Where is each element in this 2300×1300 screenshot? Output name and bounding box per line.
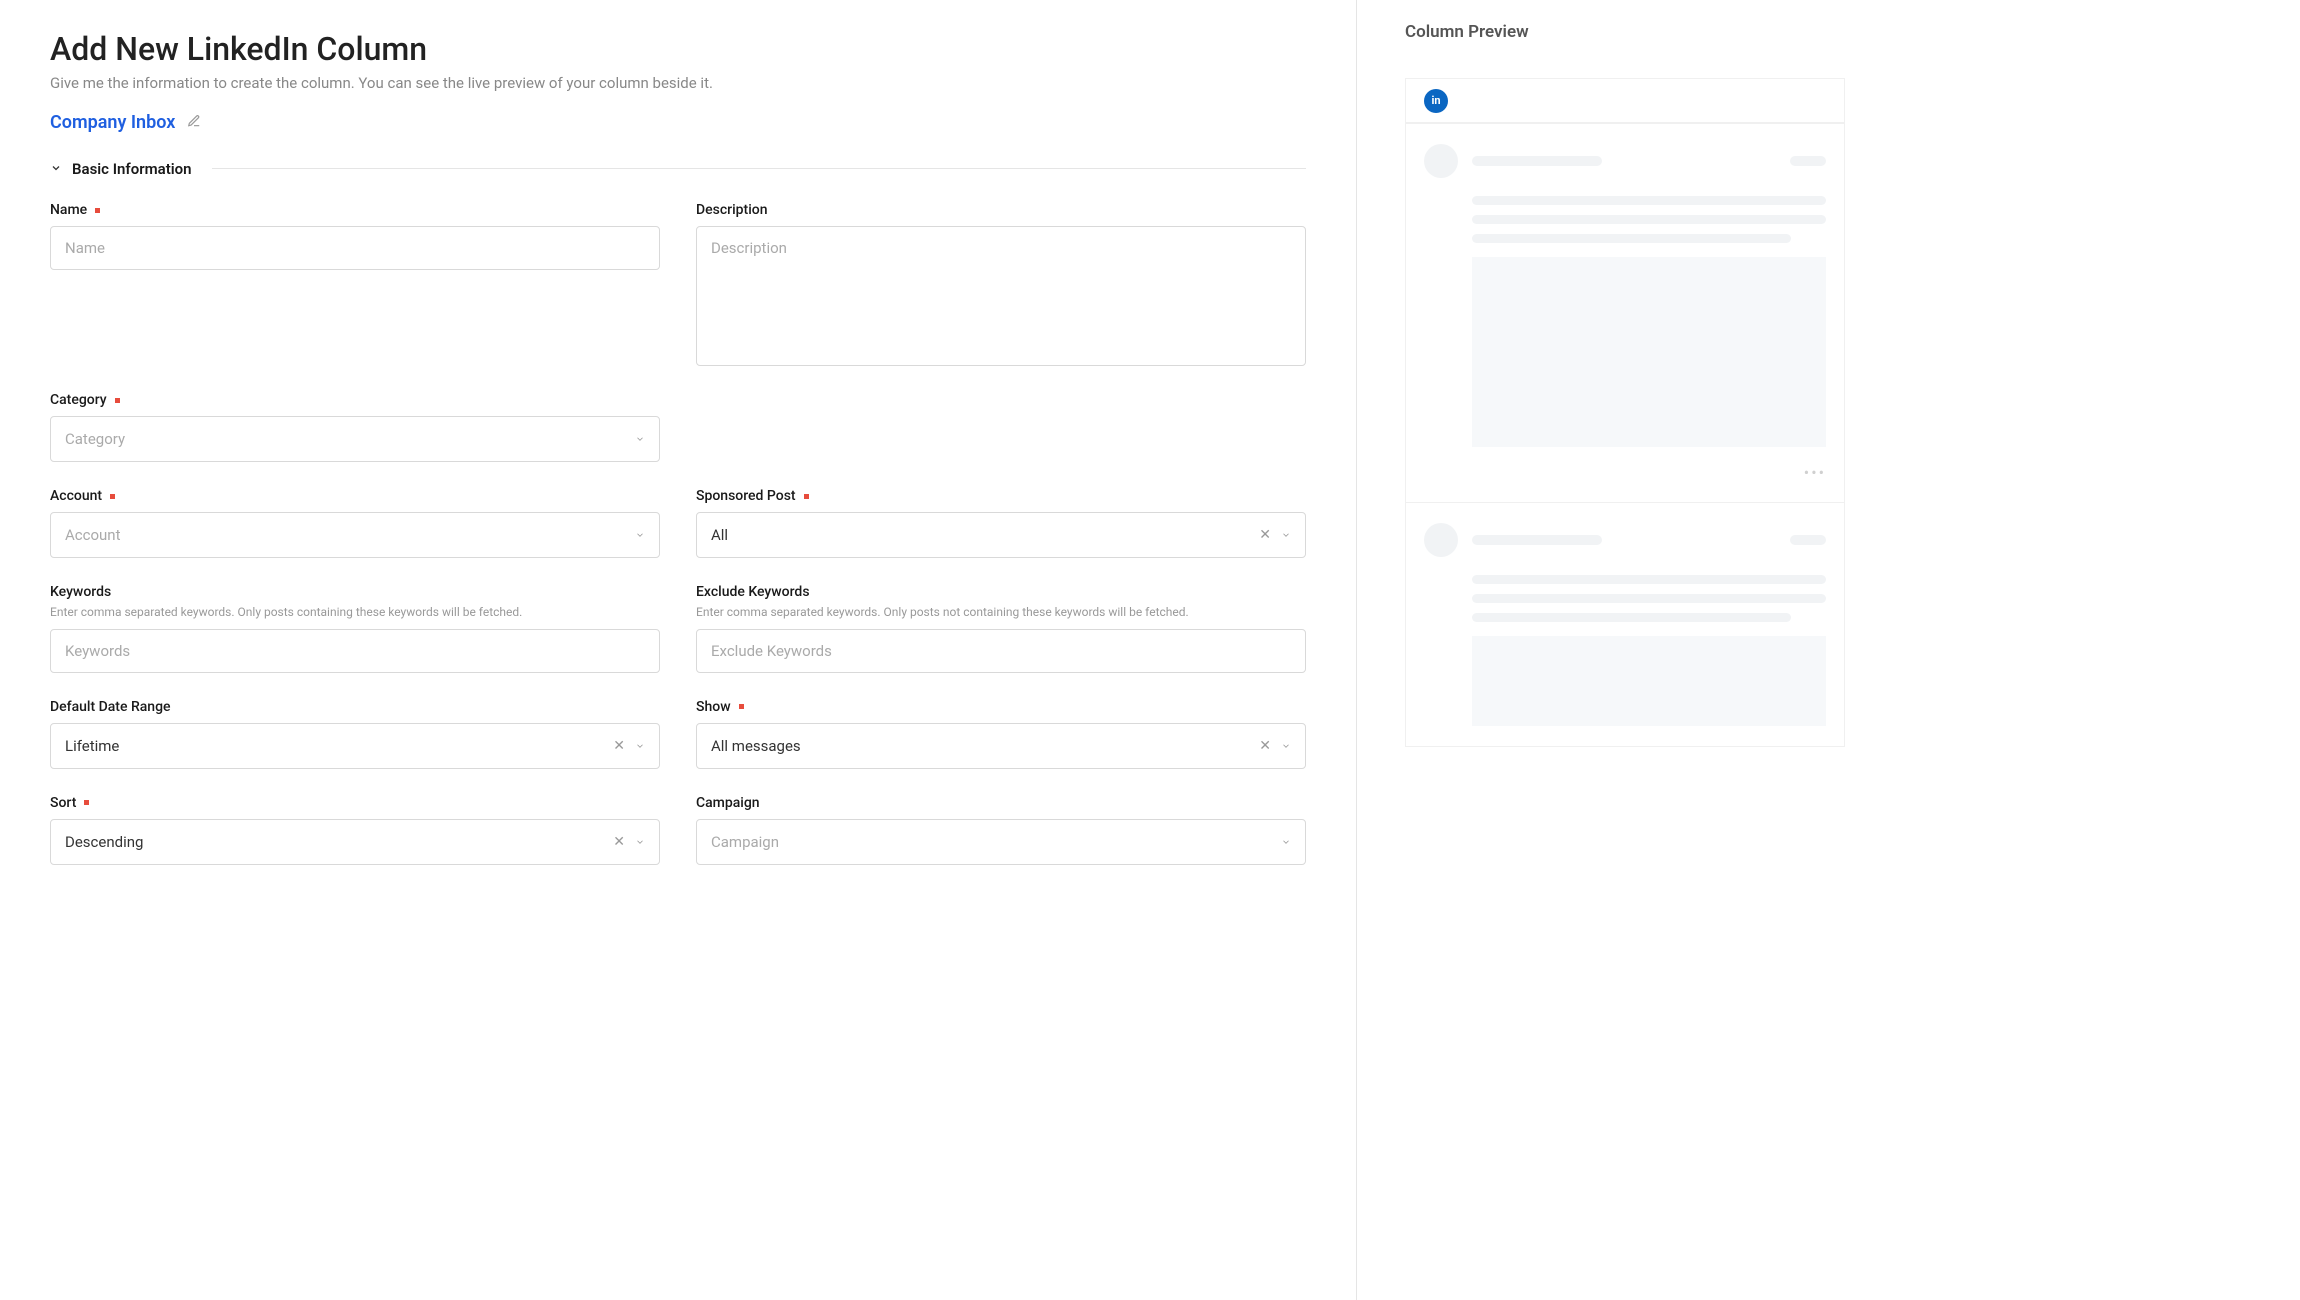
more-icon[interactable]: •••	[1804, 463, 1826, 482]
page-subtitle: Give me the information to create the co…	[50, 74, 1306, 92]
skeleton-line	[1790, 156, 1826, 166]
linkedin-icon: in	[1424, 89, 1448, 113]
sort-select[interactable]: Descending ✕	[50, 819, 660, 865]
sponsored-label: Sponsored Post	[696, 488, 1306, 504]
required-indicator	[95, 208, 100, 213]
chevron-down-icon	[635, 837, 645, 847]
exclude-keywords-label: Exclude Keywords	[696, 584, 1306, 600]
show-select[interactable]: All messages ✕	[696, 723, 1306, 769]
skeleton-line	[1472, 594, 1826, 603]
show-label: Show	[696, 699, 1306, 715]
name-label: Name	[50, 202, 660, 218]
column-name-link[interactable]: Company Inbox	[50, 112, 175, 133]
account-label: Account	[50, 488, 660, 504]
section-title: Basic Information	[72, 160, 192, 178]
required-indicator	[804, 494, 809, 499]
chevron-down-icon	[635, 741, 645, 751]
skeleton-line	[1472, 613, 1791, 622]
clear-icon[interactable]: ✕	[613, 739, 625, 753]
edit-icon[interactable]	[187, 113, 201, 132]
exclude-keywords-hint: Enter comma separated keywords. Only pos…	[696, 604, 1306, 621]
skeleton-image	[1472, 257, 1826, 447]
avatar	[1424, 144, 1458, 178]
skeleton-image	[1472, 636, 1826, 726]
preview-column-header: in	[1406, 79, 1844, 123]
sponsored-select[interactable]: All ✕	[696, 512, 1306, 558]
required-indicator	[110, 494, 115, 499]
divider	[212, 168, 1306, 169]
sort-label: Sort	[50, 795, 660, 811]
account-select[interactable]: Account	[50, 512, 660, 558]
preview-card	[1406, 502, 1844, 746]
chevron-down-icon	[635, 434, 645, 444]
campaign-select[interactable]: Campaign	[696, 819, 1306, 865]
clear-icon[interactable]: ✕	[613, 835, 625, 849]
chevron-down-icon	[1281, 530, 1291, 540]
required-indicator	[739, 704, 744, 709]
avatar	[1424, 523, 1458, 557]
category-select[interactable]: Category	[50, 416, 660, 462]
clear-icon[interactable]: ✕	[1259, 739, 1271, 753]
skeleton-line	[1472, 196, 1826, 205]
keywords-hint: Enter comma separated keywords. Only pos…	[50, 604, 660, 621]
campaign-label: Campaign	[696, 795, 1306, 811]
skeleton-line	[1472, 156, 1602, 166]
date-range-label: Default Date Range	[50, 699, 660, 715]
name-input[interactable]	[50, 226, 660, 270]
required-indicator	[115, 398, 120, 403]
description-label: Description	[696, 202, 1306, 218]
chevron-down-icon	[1281, 837, 1291, 847]
skeleton-line	[1472, 535, 1602, 545]
required-indicator	[84, 800, 89, 805]
skeleton-line	[1472, 234, 1791, 243]
preview-title: Column Preview	[1405, 22, 2260, 42]
clear-icon[interactable]: ✕	[1259, 528, 1271, 542]
date-range-select[interactable]: Lifetime ✕	[50, 723, 660, 769]
page-title: Add New LinkedIn Column	[50, 30, 1306, 68]
skeleton-line	[1472, 575, 1826, 584]
chevron-down-icon	[635, 530, 645, 540]
exclude-keywords-input[interactable]	[696, 629, 1306, 673]
section-basic-info-toggle[interactable]: Basic Information	[50, 159, 1306, 178]
description-input[interactable]	[696, 226, 1306, 366]
skeleton-line	[1472, 215, 1826, 224]
chevron-down-icon	[1281, 741, 1291, 751]
preview-card: •••	[1406, 123, 1844, 502]
keywords-input[interactable]	[50, 629, 660, 673]
category-label: Category	[50, 392, 660, 408]
preview-column: in •••	[1405, 78, 1845, 747]
skeleton-line	[1790, 535, 1826, 545]
chevron-down-icon	[50, 159, 62, 178]
keywords-label: Keywords	[50, 584, 660, 600]
